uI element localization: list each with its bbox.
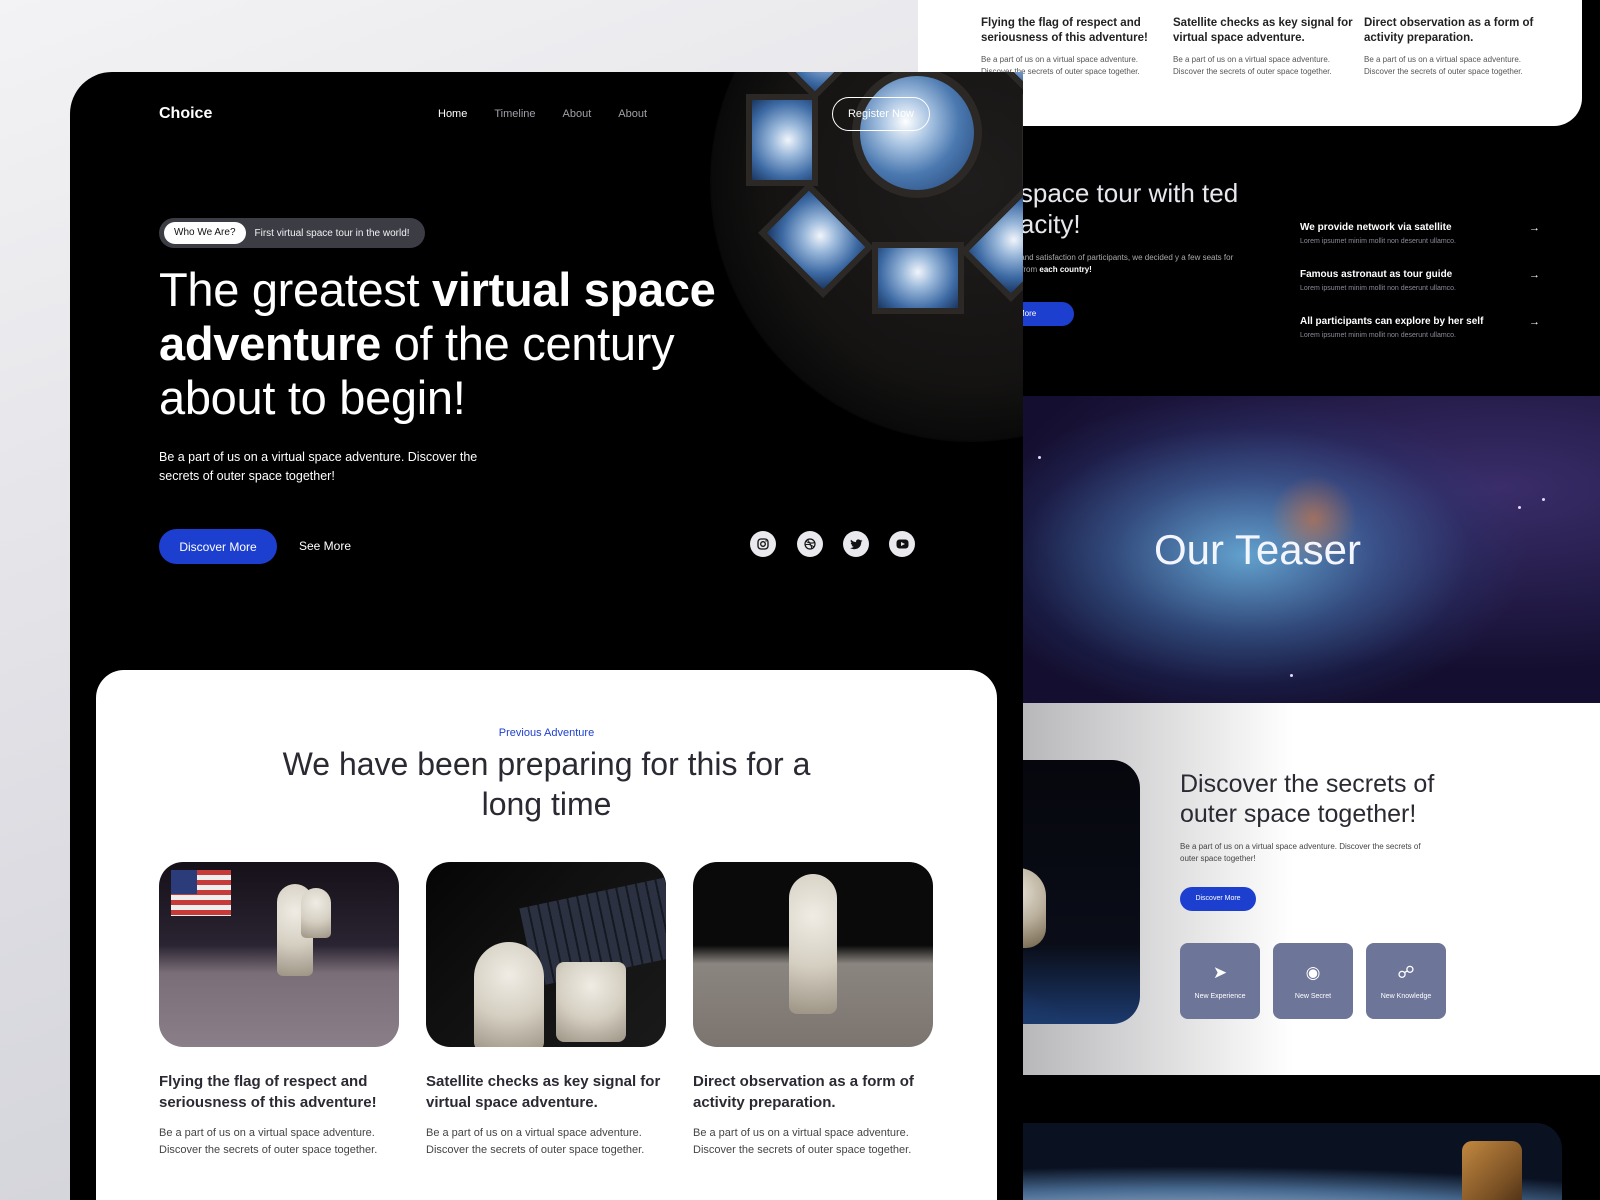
flag-graphic	[171, 870, 231, 916]
mini-card-desc: Be a part of us on a virtual space adven…	[1173, 55, 1332, 76]
instagram-icon[interactable]	[750, 531, 776, 557]
adventure-card[interactable]: Flying the flag of respect and seriousne…	[159, 862, 399, 1159]
feature-title: Famous astronaut as tour guide	[1300, 269, 1453, 280]
feature-item[interactable]: All participants can explore by her self…	[1300, 316, 1540, 339]
discover-more-button-small[interactable]: Discover More	[1180, 887, 1256, 911]
section-kicker: Previous Adventure	[498, 727, 595, 739]
feature-desc: Lorem ipsumet minim mollit non deserunt …	[1300, 285, 1457, 292]
globe-icon: ☍	[1397, 962, 1415, 982]
register-now-button[interactable]: Register Now	[832, 97, 930, 131]
nav-about-2[interactable]: About	[618, 108, 647, 120]
arrow-right-icon: →	[1529, 316, 1540, 328]
card-desc: Be a part of us on a virtual space adven…	[159, 1127, 378, 1156]
hero-description: Be a part of us on a virtual space adven…	[159, 450, 478, 483]
tile-new-knowledge[interactable]: ☍ New Knowledge	[1366, 943, 1446, 1019]
mini-card[interactable]: Satellite checks as key signal for virtu…	[1173, 16, 1353, 78]
card-title: Direct observation as a form of activity…	[693, 1073, 914, 1111]
nav-timeline[interactable]: Timeline	[494, 108, 535, 120]
card-desc: Be a part of us on a virtual space adven…	[426, 1127, 645, 1156]
feature-desc: Lorem ipsumet minim mollit non deserunt …	[1300, 238, 1457, 245]
satellite-astronaut-image	[426, 862, 666, 1047]
send-icon: ➤	[1212, 962, 1228, 982]
eye-icon: ◉	[1305, 962, 1321, 982]
card-desc: Be a part of us on a virtual space adven…	[693, 1127, 912, 1156]
brand-logo[interactable]: Choice	[159, 105, 212, 123]
feature-item[interactable]: We provide network via satellite Lorem i…	[1300, 222, 1540, 245]
adventure-card[interactable]: Satellite checks as key signal for virtu…	[426, 862, 666, 1159]
tile-new-secret[interactable]: ◉ New Secret	[1273, 943, 1353, 1019]
astronaut-figure	[474, 942, 544, 1047]
previous-adventure-section: Previous Adventure We have been preparin…	[96, 670, 997, 1200]
dribbble-icon[interactable]	[797, 531, 823, 557]
card-title: Flying the flag of respect and seriousne…	[159, 1073, 377, 1111]
tile-label: New Knowledge	[1380, 992, 1432, 1000]
teaser-title: Our Teaser	[1154, 526, 1361, 573]
star-dot	[1290, 674, 1293, 677]
mini-card[interactable]: Direct observation as a form of activity…	[1364, 16, 1544, 78]
moon-walk-image	[693, 862, 933, 1047]
window-pane	[872, 242, 964, 314]
earth-image	[928, 1123, 1562, 1200]
astronaut-backpack	[301, 888, 331, 938]
mini-card-desc: Be a part of us on a virtual space adven…	[1364, 55, 1523, 76]
star-dot	[1038, 456, 1041, 459]
satellite-module	[556, 962, 626, 1042]
discover-more-button[interactable]: Discover More	[159, 529, 277, 564]
star-dot	[1542, 498, 1545, 501]
headline-part: about to begin!	[159, 371, 466, 424]
mini-card[interactable]: Flying the flag of respect and seriousne…	[981, 16, 1161, 78]
feature-title: We provide network via satellite	[1300, 222, 1452, 233]
astronaut-figure	[789, 874, 837, 1014]
who-we-are-pill: Who We Are? First virtual space tour in …	[159, 218, 425, 248]
tour-title: ual space tour with ted capacity!	[978, 178, 1239, 239]
window-pane	[758, 182, 874, 298]
see-more-link[interactable]: See More	[299, 539, 351, 553]
top-nav: Home Timeline About About	[438, 108, 647, 120]
headline-part: The greatest	[159, 263, 433, 316]
window-pane	[968, 72, 1023, 100]
twitter-icon[interactable]	[843, 531, 869, 557]
tile-label: New Secret	[1294, 992, 1332, 1000]
mini-card-title: Satellite checks as key signal for virtu…	[1173, 17, 1353, 44]
who-we-are-tag[interactable]: Who We Are?	[164, 222, 246, 244]
mini-card-title: Direct observation as a form of activity…	[1364, 17, 1534, 44]
front-page-preview: Choice Home Timeline About About Registe…	[70, 72, 1023, 1200]
section-title: We have been preparing for this for a lo…	[282, 746, 811, 822]
mini-card-title: Flying the flag of respect and seriousne…	[981, 17, 1148, 44]
window-pane	[960, 186, 1023, 302]
flag-astronaut-image	[159, 862, 399, 1047]
arrow-right-icon: →	[1529, 222, 1540, 234]
tour-desc-highlight: each country!	[1039, 265, 1092, 274]
arrow-right-icon: →	[1529, 269, 1540, 281]
nav-home[interactable]: Home	[438, 108, 467, 120]
tile-label: New Experience	[1194, 992, 1246, 1000]
adventure-card[interactable]: Direct observation as a form of activity…	[693, 862, 933, 1159]
feature-desc: Lorem ipsumet minim mollit non deserunt …	[1300, 332, 1457, 339]
headline-part: of the century	[380, 317, 675, 370]
youtube-icon[interactable]	[889, 531, 915, 557]
discover-title: Discover the secrets of outer space toge…	[1180, 770, 1435, 828]
feature-title: All participants can explore by her self	[1300, 316, 1484, 327]
discover-desc: Be a part of us on a virtual space adven…	[1180, 842, 1421, 863]
cupola-center-window	[852, 72, 982, 198]
headline-bold: virtual space	[432, 263, 716, 316]
nav-about[interactable]: About	[563, 108, 592, 120]
headline-bold: adventure	[159, 317, 381, 370]
card-title: Satellite checks as key signal for virtu…	[426, 1073, 661, 1111]
star-dot	[1518, 506, 1521, 509]
hero-headline: The greatest virtual space adventure of …	[159, 263, 719, 425]
window-pane	[746, 94, 818, 186]
tile-new-experience[interactable]: ➤ New Experience	[1180, 943, 1260, 1019]
who-we-are-text: First virtual space tour in the world!	[254, 227, 410, 239]
window-pane	[1022, 94, 1023, 186]
capsule-image	[1462, 1141, 1522, 1200]
feature-item[interactable]: Famous astronaut as tour guide Lorem ips…	[1300, 269, 1540, 292]
